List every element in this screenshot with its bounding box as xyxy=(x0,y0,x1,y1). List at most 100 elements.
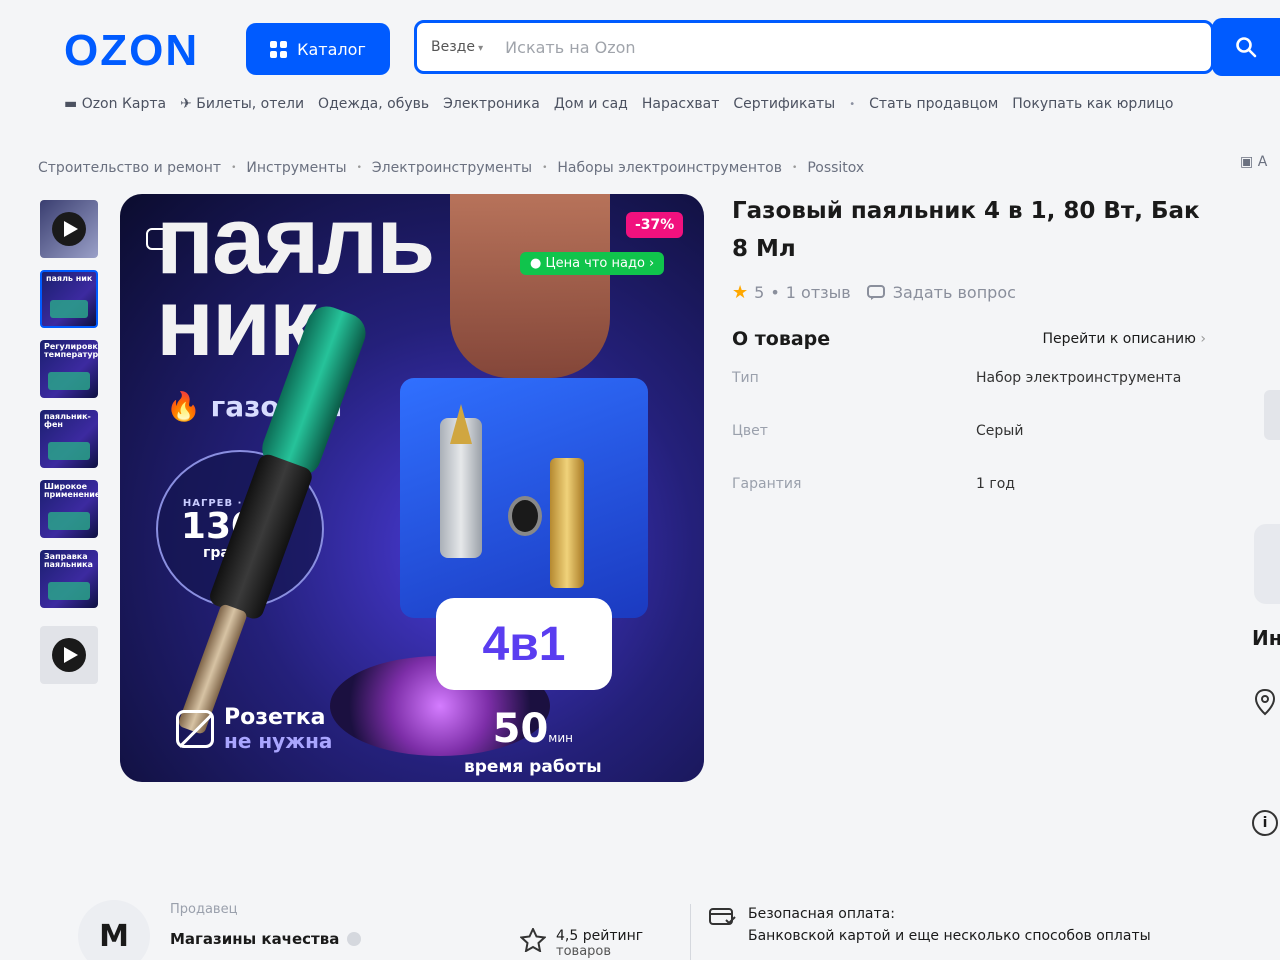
search-button[interactable] xyxy=(1212,18,1280,76)
thumbnail-caption: паяль ник xyxy=(46,274,93,283)
search-box: Везде xyxy=(414,20,1214,74)
search-scope-select[interactable]: Везде xyxy=(431,39,483,55)
nav-separator: • xyxy=(849,98,856,110)
nav-home-garden[interactable]: Дом и сад xyxy=(554,96,628,112)
spec-key: Гарантия xyxy=(732,476,802,492)
breadcrumb: Строительство и ремонт • Инструменты • Э… xyxy=(38,160,864,176)
seller-rating: 4,5 рейтинг товаров xyxy=(520,928,643,959)
about-title: О товаре xyxy=(732,328,831,350)
thumbnail-graphic xyxy=(48,442,90,460)
thumbnail-graphic xyxy=(50,300,88,318)
seller-avatar[interactable]: M xyxy=(78,900,150,960)
divider xyxy=(690,904,691,960)
nav-label: Ozon Карта xyxy=(81,96,167,112)
thumbnail-image[interactable]: паяль ник xyxy=(40,270,98,328)
price-label-text: Цена что надо xyxy=(545,256,645,271)
breadcrumb-item[interactable]: Инструменты xyxy=(246,160,346,176)
grid-icon xyxy=(270,40,288,58)
spec-value: 1 год xyxy=(976,476,1015,492)
payment-title: Безопасная оплата: xyxy=(748,906,895,922)
payment-subtitle: Банковской картой и еще несколько способ… xyxy=(748,928,1151,944)
ask-question-label: Задать вопрос xyxy=(892,283,1016,302)
runtime-value: 50 xyxy=(492,706,549,752)
thumbnail-video[interactable] xyxy=(40,200,98,258)
nav-tickets[interactable]: ✈ Билеты, отели xyxy=(180,96,304,112)
thumbnail-image[interactable]: Заправка паяльника xyxy=(40,550,98,608)
nav-electronics[interactable]: Электроника xyxy=(443,96,540,112)
soldering-tip xyxy=(550,458,584,588)
star-outline-icon xyxy=(520,928,546,952)
nav-buy-as-company[interactable]: Покупать как юрлицо xyxy=(1012,96,1173,112)
thumbnail-image[interactable]: Широкое применение xyxy=(40,480,98,538)
chat-tab[interactable]: ▣ А xyxy=(1240,154,1267,170)
location-pin-icon[interactable] xyxy=(1254,688,1276,716)
reviews-link[interactable]: 1 отзыв xyxy=(786,283,851,302)
seller-rating-sub: товаров xyxy=(556,944,612,959)
nav-ozon-card[interactable]: ▬ Ozon Карта xyxy=(64,96,166,112)
thumbnail-caption: Регулировка температуры xyxy=(44,342,98,359)
rating-row: ★ 5 • 1 отзыв Задать вопрос xyxy=(732,282,1016,303)
runtime-label: 50мин время работы xyxy=(464,709,602,777)
star-icon: ★ xyxy=(732,282,749,303)
ask-question-link[interactable]: Задать вопрос xyxy=(866,283,1016,302)
about-row: О товаре Перейти к описанию xyxy=(732,328,1206,350)
seller-rating-value: 4,5 рейтинг xyxy=(556,928,644,944)
tips-box xyxy=(400,378,648,618)
spec-key: Тип xyxy=(732,370,759,386)
catalog-button[interactable]: Каталог xyxy=(246,23,390,75)
seller-name-text: Магазины качества xyxy=(170,930,340,948)
breadcrumb-separator: • xyxy=(231,163,237,173)
spec-list: Тип Набор электроинструмента Цвет Серый … xyxy=(732,370,1212,529)
thumbnail-image[interactable]: Регулировка температуры xyxy=(40,340,98,398)
breadcrumb-item[interactable]: Электроинструменты xyxy=(372,160,532,176)
spec-row: Гарантия 1 год xyxy=(732,476,1212,529)
thumbnail-image[interactable]: паяльник-фен xyxy=(40,410,98,468)
thumbnail-graphic xyxy=(48,582,90,600)
seller-name[interactable]: Магазины качества xyxy=(170,930,362,948)
spec-key: Цвет xyxy=(732,423,768,439)
product-title: Газовый паяльник 4 в 1, 80 Вт, Бак 8 Мл xyxy=(732,198,1200,262)
breadcrumb-item[interactable]: Possitox xyxy=(807,160,864,176)
seller-bar: M Продавец Магазины качества 4,5 рейтинг… xyxy=(0,890,1280,960)
thumbnail-list: паяль ник Регулировка температуры паяльн… xyxy=(40,200,102,696)
search-input[interactable] xyxy=(505,37,1211,57)
product-main-image[interactable]: паяль ник -37% ● Цена что надо › 🔥 газов… xyxy=(120,194,704,782)
search-icon xyxy=(1236,37,1257,58)
thumbnail-graphic xyxy=(48,372,90,390)
info-icon[interactable]: i xyxy=(1252,810,1278,836)
thumbnail-video[interactable] xyxy=(40,626,98,684)
nav-clothes[interactable]: Одежда, обувь xyxy=(318,96,429,112)
thumbnail-graphic xyxy=(48,512,90,530)
play-icon xyxy=(52,638,86,672)
catalog-label: Каталог xyxy=(297,39,366,59)
runtime-caption: время работы xyxy=(464,757,602,777)
breadcrumb-separator: • xyxy=(356,163,362,173)
rating-value: 5 xyxy=(754,283,765,302)
card-icon xyxy=(709,908,736,925)
socket-line: Розетка xyxy=(224,705,326,730)
spec-value[interactable]: Набор электроинструмента xyxy=(976,370,1181,423)
header: OZON Каталог Везде xyxy=(0,0,1280,90)
chat-bubble-icon xyxy=(866,284,885,300)
side-panel-edge xyxy=(1254,524,1280,604)
payment-info: Безопасная оплата: Банковской картой и е… xyxy=(708,906,1151,944)
nav-certificates[interactable]: Сертификаты xyxy=(733,96,835,112)
hand-graphic xyxy=(450,194,610,378)
no-socket-label: Розетка не нужна xyxy=(176,706,332,752)
breadcrumb-item[interactable]: Наборы электроинструментов xyxy=(557,160,782,176)
breadcrumb-separator: • xyxy=(792,163,798,173)
thumbnail-caption: паяльник-фен xyxy=(44,412,91,429)
nav-label: Билеты, отели xyxy=(196,96,305,112)
runtime-unit: мин xyxy=(548,731,573,745)
nav-hot[interactable]: Нарасхват xyxy=(642,96,720,112)
go-to-description-link[interactable]: Перейти к описанию xyxy=(1042,331,1206,347)
chat-tab-label: А xyxy=(1257,154,1268,170)
ozon-logo[interactable]: OZON xyxy=(64,26,199,76)
breadcrumb-item[interactable]: Строительство и ремонт xyxy=(38,160,221,176)
play-icon xyxy=(52,212,86,246)
spec-row: Цвет Серый xyxy=(732,423,1212,476)
top-nav: ▬ Ozon Карта ✈ Билеты, отели Одежда, обу… xyxy=(64,96,1173,112)
nav-become-seller[interactable]: Стать продавцом xyxy=(869,96,998,112)
rating-separator: • xyxy=(770,283,780,302)
seller-label: Продавец xyxy=(170,902,238,917)
